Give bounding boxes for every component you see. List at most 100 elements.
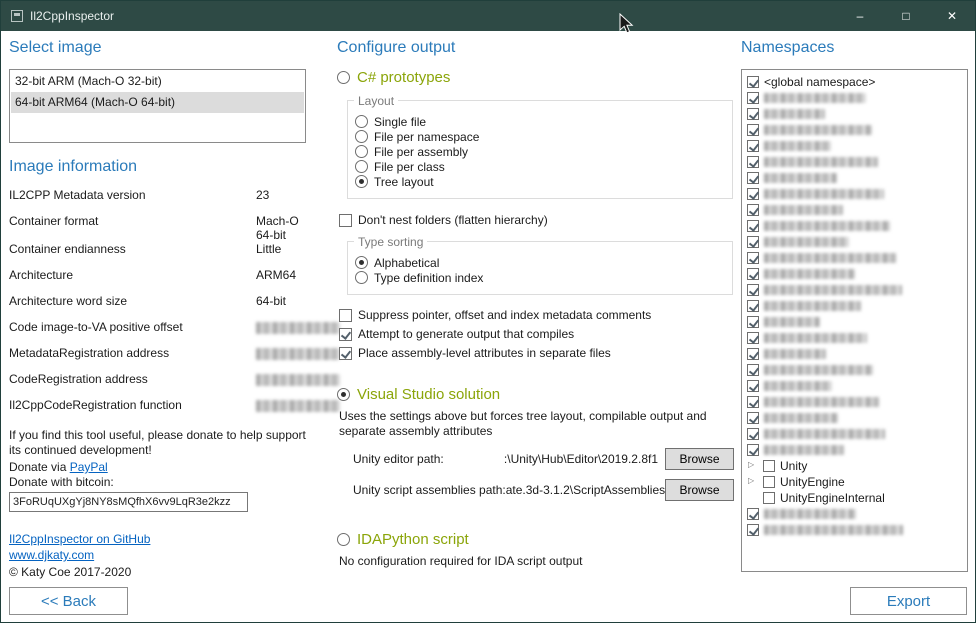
checkbox-icon[interactable] <box>747 316 759 328</box>
checkbox-icon[interactable] <box>747 156 759 168</box>
expander-icon[interactable] <box>747 458 758 474</box>
export-button[interactable]: Export <box>850 587 967 615</box>
checkbox-icon[interactable] <box>747 332 759 344</box>
namespaces-tree[interactable]: <global namespace> UnityUnityEngineUnityE… <box>741 69 968 572</box>
visual-studio-radio[interactable]: Visual Studio solution <box>337 386 734 403</box>
namespace-item[interactable] <box>747 410 965 426</box>
checkbox-icon[interactable] <box>747 108 759 120</box>
checkbox-icon[interactable] <box>747 188 759 200</box>
info-row-value <box>256 372 340 386</box>
info-row-value: 64-bit <box>256 294 286 308</box>
checkbox-icon[interactable] <box>747 140 759 152</box>
checkbox-option[interactable]: Attempt to generate output that compiles <box>339 327 734 341</box>
radio-icon <box>355 175 368 188</box>
bitcoin-address-input[interactable] <box>9 492 248 512</box>
namespace-item[interactable] <box>747 378 965 394</box>
checkbox-icon[interactable] <box>747 204 759 216</box>
namespace-item[interactable] <box>747 186 965 202</box>
checkbox-option[interactable]: Don't nest folders (flatten hierarchy) <box>339 213 734 227</box>
namespace-item[interactable] <box>747 138 965 154</box>
namespace-item[interactable] <box>747 90 965 106</box>
namespace-item[interactable] <box>747 218 965 234</box>
checkbox-icon[interactable] <box>747 124 759 136</box>
radio-option[interactable]: File per namespace <box>355 129 722 144</box>
checkbox-icon[interactable] <box>747 236 759 248</box>
namespace-item[interactable] <box>747 234 965 250</box>
namespace-item[interactable]: Unity <box>747 458 965 474</box>
checkbox-icon[interactable] <box>747 524 759 536</box>
namespace-item[interactable] <box>747 346 965 362</box>
namespace-item[interactable] <box>747 314 965 330</box>
github-link[interactable]: Il2CppInspector on GitHub <box>9 532 150 546</box>
namespace-item[interactable] <box>747 106 965 122</box>
info-row-label: Container endianness <box>9 242 256 256</box>
namespace-item[interactable] <box>747 154 965 170</box>
checkbox-icon[interactable] <box>747 172 759 184</box>
maximize-button[interactable]: □ <box>883 1 929 31</box>
namespace-item[interactable] <box>747 506 965 522</box>
namespace-item[interactable] <box>747 202 965 218</box>
browse-editor-button[interactable]: Browse <box>665 448 734 470</box>
image-listbox[interactable]: 32-bit ARM (Mach-O 32-bit)64-bit ARM64 (… <box>9 69 306 143</box>
expander-icon[interactable] <box>747 474 758 490</box>
namespace-item[interactable] <box>747 282 965 298</box>
close-button[interactable]: ✕ <box>929 1 975 31</box>
namespace-item[interactable] <box>747 250 965 266</box>
checkbox-icon[interactable] <box>763 476 775 488</box>
namespace-item[interactable] <box>747 442 965 458</box>
namespace-item[interactable] <box>747 266 965 282</box>
minimize-button[interactable]: – <box>837 1 883 31</box>
namespace-item[interactable] <box>747 362 965 378</box>
namespace-item[interactable]: UnityEngine <box>747 474 965 490</box>
namespace-item[interactable] <box>747 330 965 346</box>
checkbox-icon[interactable] <box>747 396 759 408</box>
checkbox-option[interactable]: Suppress pointer, offset and index metad… <box>339 308 734 322</box>
checkbox-icon[interactable] <box>747 284 759 296</box>
checkbox-icon[interactable] <box>747 92 759 104</box>
checkbox-icon[interactable] <box>747 300 759 312</box>
checkbox-icon[interactable] <box>763 492 775 504</box>
image-list-item[interactable]: 32-bit ARM (Mach-O 32-bit) <box>11 71 304 92</box>
namespace-item[interactable] <box>747 426 965 442</box>
checkbox-icon[interactable] <box>747 428 759 440</box>
checkbox-icon[interactable] <box>747 252 759 264</box>
radio-option-label: Tree layout <box>374 175 434 189</box>
radio-label: IDAPython script <box>357 531 469 548</box>
namespace-item[interactable] <box>747 170 965 186</box>
image-list-item[interactable]: 64-bit ARM64 (Mach-O 64-bit) <box>11 92 304 113</box>
radio-option[interactable]: File per assembly <box>355 144 722 159</box>
checkbox-icon[interactable] <box>747 412 759 424</box>
title-bar[interactable]: Il2CppInspector – □ ✕ <box>1 1 975 31</box>
checkbox-icon[interactable] <box>747 268 759 280</box>
namespace-item[interactable] <box>747 122 965 138</box>
radio-option[interactable]: Alphabetical <box>355 255 722 270</box>
radio-option[interactable]: Type definition index <box>355 270 722 285</box>
radio-option[interactable]: Single file <box>355 114 722 129</box>
checkbox-icon[interactable] <box>747 76 759 88</box>
radio-icon <box>337 388 350 401</box>
namespaces-panel: Namespaces <global namespace>UnityUnityE… <box>741 39 968 572</box>
checkbox-icon[interactable] <box>747 380 759 392</box>
checkbox-icon[interactable] <box>747 508 759 520</box>
checkbox-icon[interactable] <box>747 220 759 232</box>
csharp-prototypes-radio[interactable]: C# prototypes <box>337 69 734 86</box>
checkbox-option[interactable]: Place assembly-level attributes in separ… <box>339 346 734 360</box>
unity-editor-path-value[interactable]: :\Unity\Hub\Editor\2019.2.8f1 <box>444 452 665 466</box>
unity-script-path-value[interactable]: ate.3d-3.1.2\ScriptAssemblies <box>506 483 665 497</box>
checkbox-icon[interactable] <box>747 348 759 360</box>
namespace-item[interactable]: UnityEngineInternal <box>747 490 965 506</box>
namespace-item[interactable] <box>747 522 965 538</box>
back-button[interactable]: << Back <box>9 587 128 615</box>
checkbox-icon[interactable] <box>747 364 759 376</box>
idapython-radio[interactable]: IDAPython script <box>337 531 734 548</box>
website-link[interactable]: www.djkaty.com <box>9 548 94 562</box>
checkbox-icon[interactable] <box>747 444 759 456</box>
namespace-item[interactable] <box>747 298 965 314</box>
checkbox-icon[interactable] <box>763 460 775 472</box>
browse-script-button[interactable]: Browse <box>665 479 734 501</box>
paypal-link[interactable]: PayPal <box>70 460 108 474</box>
radio-option[interactable]: File per class <box>355 159 722 174</box>
namespace-item[interactable] <box>747 394 965 410</box>
radio-option[interactable]: Tree layout <box>355 174 722 189</box>
namespace-item[interactable]: <global namespace> <box>747 74 965 90</box>
